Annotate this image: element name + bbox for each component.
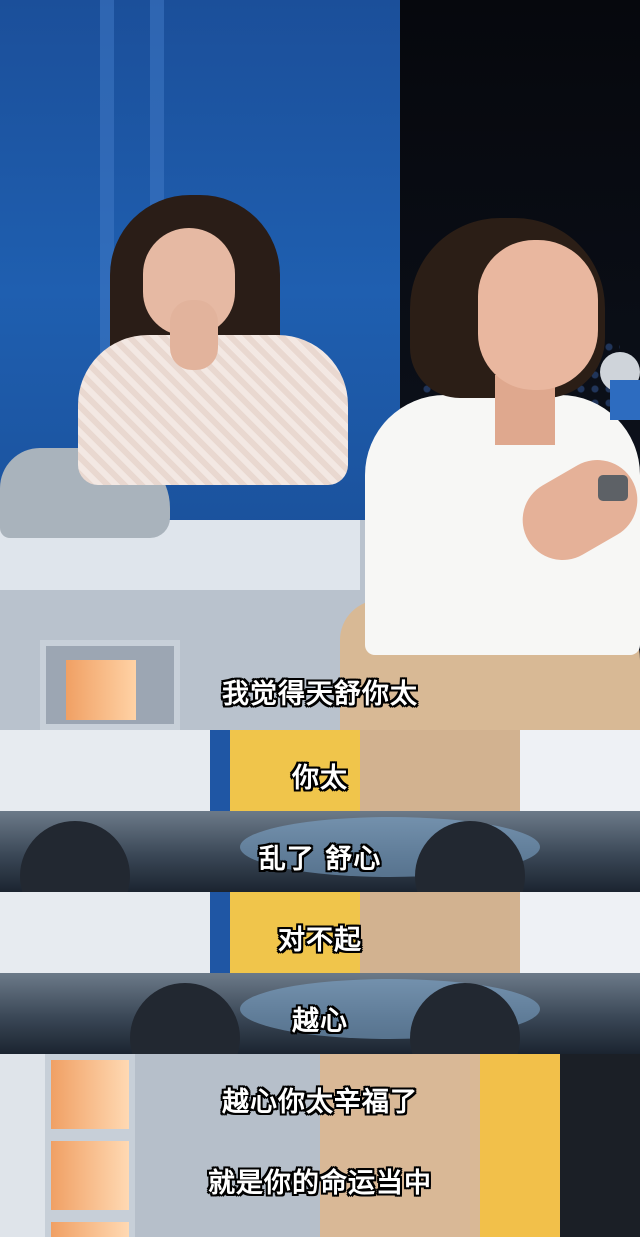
subtitle-3: 乱了 舒心 xyxy=(258,844,382,875)
video-strip-2: 你太 xyxy=(0,730,640,811)
video-strip-5: 越心 xyxy=(0,973,640,1054)
left-woman-hand xyxy=(170,300,218,370)
subtitle-6: 越心你太辛福了 xyxy=(222,1087,418,1118)
subtitle-1: 我觉得天舒你太 xyxy=(222,679,418,710)
video-strip-4: 对不起 xyxy=(0,892,640,973)
video-strip-6: 越心你太辛福了 xyxy=(0,1054,640,1135)
subtitle-2: 你太 xyxy=(292,763,348,794)
subtitle-5: 越心 xyxy=(292,1006,348,1037)
main-video-frame: 我觉得天舒你太 xyxy=(0,0,640,730)
subtitle-4: 对不起 xyxy=(278,925,362,956)
right-woman-face xyxy=(478,240,598,390)
video-strip-8 xyxy=(0,1216,640,1237)
subtitle-7: 就是你的命运当中 xyxy=(208,1168,432,1199)
desk-light-panel xyxy=(45,1216,135,1237)
wristwatch xyxy=(598,475,628,501)
video-collage: 我觉得天舒你太 你太 乱了 舒心 对不起 越心 越心你太辛福了 就是你的命运当中 xyxy=(0,0,640,1237)
video-strip-3: 乱了 舒心 xyxy=(0,811,640,892)
microphone-handle xyxy=(610,380,640,420)
video-strip-7: 就是你的命运当中 xyxy=(0,1135,640,1216)
